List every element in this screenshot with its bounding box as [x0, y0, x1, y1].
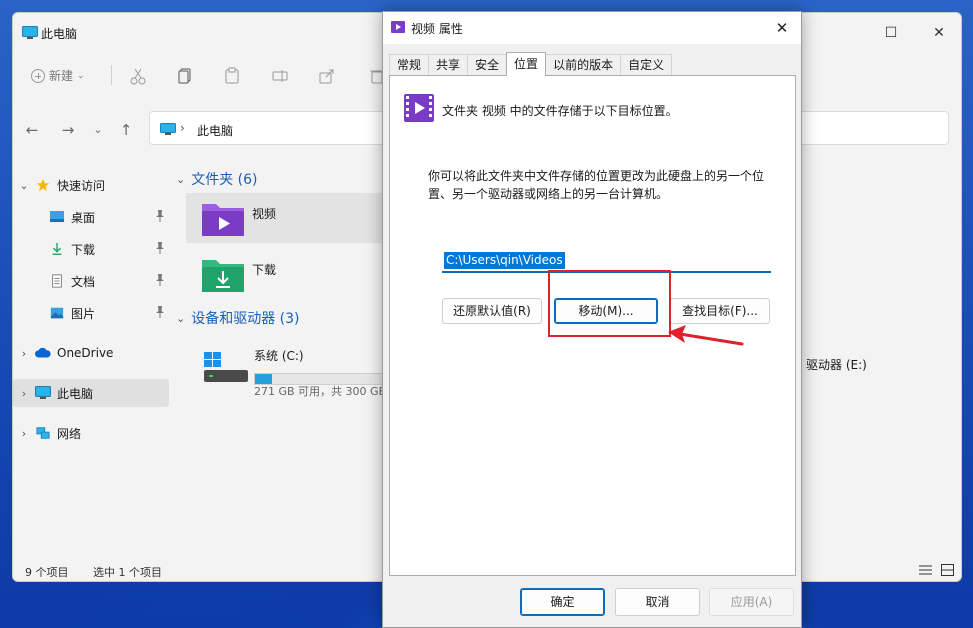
sidebar-item-label: OneDrive: [57, 346, 114, 360]
selection-count: 选中 1 个项目: [93, 566, 162, 579]
location-summary: 文件夹 视频 中的文件存储于以下目标位置。: [442, 104, 678, 118]
toolbar-divider: [111, 65, 112, 85]
forward-arrow-icon[interactable]: →: [59, 121, 77, 139]
sidebar-item-label: 下载: [71, 242, 96, 257]
new-button[interactable]: 新建 ⌄: [31, 67, 85, 84]
chevron-down-icon: ⌄: [176, 172, 186, 186]
computer-icon: [35, 386, 51, 399]
find-target-button[interactable]: 查找目标(F)...: [670, 298, 770, 324]
sidebar-item-network[interactable]: › 网络: [13, 419, 169, 447]
item-count: 9 个项目: [25, 566, 69, 579]
copy-icon[interactable]: [176, 67, 194, 85]
pin-icon: [156, 306, 164, 318]
sidebar-item-label: 文档: [71, 274, 96, 289]
drive-free-space: 271 GB 可用，共 300 GB: [254, 385, 387, 398]
plus-icon: [31, 68, 45, 83]
sidebar-item-onedrive[interactable]: › OneDrive: [13, 339, 169, 367]
sidebar-item-downloads[interactable]: 下载: [13, 235, 169, 263]
download-folder-icon: [202, 260, 244, 292]
new-label: 新建: [49, 69, 74, 83]
sidebar-item-desktop[interactable]: 桌面: [13, 203, 169, 231]
navigation-pane: ⌄ 快速访问 桌面 下载 文档 图片 › OneDrive › 此电脑 › 网络: [13, 163, 173, 553]
group-title: 设备和驱动器 (3): [191, 311, 300, 327]
paste-icon[interactable]: [223, 67, 241, 85]
folder-tile-videos[interactable]: 视频: [186, 193, 396, 243]
pin-icon: [156, 242, 164, 254]
chevron-right-icon: ›: [21, 426, 27, 440]
pin-icon: [156, 274, 164, 286]
details-view-icon[interactable]: [919, 564, 932, 576]
sidebar-item-label: 桌面: [71, 210, 96, 225]
desktop-icon: [50, 211, 64, 222]
group-header-folders[interactable]: ⌄ 文件夹 (6): [176, 169, 258, 189]
sidebar-item-label: 快速访问: [57, 178, 106, 193]
pin-icon: [156, 210, 164, 222]
dialog-title: 视频 属性: [411, 22, 463, 36]
video-folder-icon: [404, 94, 434, 122]
picture-icon: [50, 307, 64, 319]
download-icon: [52, 242, 62, 255]
breadcrumb-chevron-icon: ›: [180, 121, 185, 135]
maximize-button[interactable]: ☐: [875, 21, 907, 45]
computer-icon: [22, 26, 38, 39]
location-description: 你可以将此文件夹中文件存储的位置更改为此硬盘上的另一个位置、另一个驱动器或网络上…: [428, 169, 765, 201]
folder-tile-downloads[interactable]: 下载: [186, 249, 396, 299]
folder-name: 下载: [252, 263, 277, 277]
up-arrow-icon[interactable]: ↑: [117, 121, 135, 139]
tab-security[interactable]: 安全: [467, 54, 508, 76]
dialog-titlebar: 视频 属性 ✕: [383, 12, 801, 44]
breadcrumb: 此电脑: [197, 124, 234, 138]
chevron-down-icon: ⌄: [19, 178, 29, 192]
video-folder-icon: [202, 204, 244, 236]
sidebar-item-this-pc[interactable]: › 此电脑: [13, 379, 169, 407]
explorer-title: 此电脑: [41, 27, 78, 41]
folder-name: 视频: [252, 207, 277, 221]
recent-locations-chevron-icon[interactable]: ⌄: [89, 121, 107, 139]
properties-dialog: 视频 属性 ✕ 常规 共享 安全 位置 以前的版本 自定义 文件夹 视频 中的文…: [382, 11, 802, 628]
location-path-selected-text: C:\Users\qin\Videos: [444, 252, 565, 269]
cloud-icon: [35, 347, 51, 358]
windows-drive-icon: [204, 352, 248, 382]
sidebar-item-pictures[interactable]: 图片: [13, 299, 169, 327]
close-icon[interactable]: ✕: [769, 16, 795, 40]
close-window-button[interactable]: ✕: [923, 21, 955, 45]
chevron-down-icon: ⌄: [77, 70, 85, 81]
document-icon: [52, 274, 62, 288]
chevron-right-icon: ›: [21, 346, 27, 360]
sidebar-item-label: 图片: [71, 306, 96, 321]
sidebar-item-label: 此电脑: [57, 386, 94, 401]
sidebar-item-quick-access[interactable]: ⌄ 快速访问: [13, 171, 169, 199]
ok-button[interactable]: 确定: [520, 588, 605, 616]
tab-customize[interactable]: 自定义: [620, 54, 673, 76]
cancel-button[interactable]: 取消: [615, 588, 700, 616]
restore-default-button[interactable]: 还原默认值(R): [442, 298, 542, 324]
tab-previous-versions[interactable]: 以前的版本: [545, 54, 622, 76]
tab-strip: 常规 共享 安全 位置 以前的版本 自定义: [389, 52, 673, 76]
rename-icon[interactable]: [271, 67, 289, 85]
tab-sharing[interactable]: 共享: [428, 54, 469, 76]
cut-icon[interactable]: [129, 67, 147, 85]
group-title: 文件夹 (6): [191, 172, 258, 188]
chevron-down-icon: ⌄: [176, 311, 186, 325]
tiles-view-icon[interactable]: [941, 564, 954, 576]
computer-icon: [160, 123, 176, 135]
back-arrow-icon[interactable]: ←: [23, 121, 41, 139]
sidebar-item-label: 网络: [57, 426, 82, 441]
share-icon[interactable]: [318, 67, 336, 85]
sidebar-item-documents[interactable]: 文档: [13, 267, 169, 295]
annotation-arrow-icon: [668, 325, 744, 346]
apply-button[interactable]: 应用(A): [709, 588, 794, 616]
tab-general[interactable]: 常规: [389, 54, 430, 76]
network-icon: [36, 427, 50, 439]
chevron-right-icon: ›: [21, 386, 27, 400]
drive-name: 系统 (C:): [254, 349, 304, 363]
tab-location[interactable]: 位置: [506, 52, 547, 76]
star-icon: [36, 178, 50, 192]
video-folder-icon: [391, 21, 405, 33]
annotation-highlight-box: [548, 270, 671, 337]
group-header-drives[interactable]: ⌄ 设备和驱动器 (3): [176, 308, 300, 328]
drive-name-e[interactable]: 驱动器 (E:): [806, 356, 867, 373]
